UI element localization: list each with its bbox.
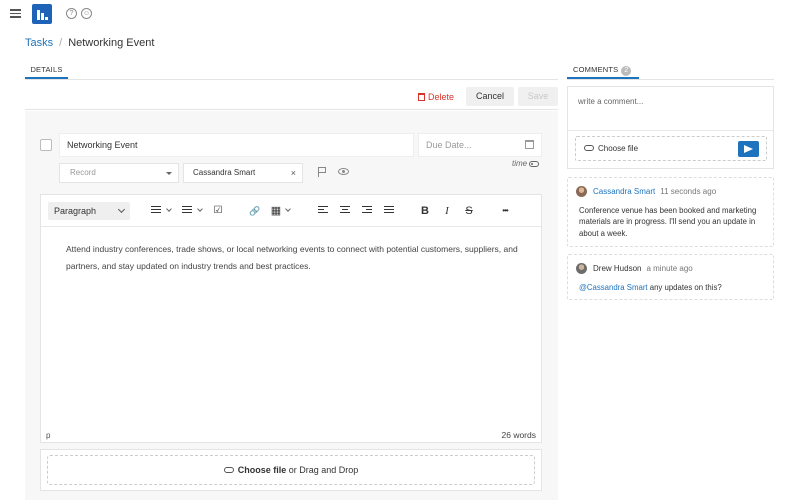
- delete-label: Delete: [428, 92, 455, 102]
- bullet-list-icon[interactable]: [151, 206, 161, 220]
- tab-details[interactable]: DETAILS: [25, 63, 68, 79]
- send-comment-button[interactable]: [738, 141, 759, 157]
- calendar-icon[interactable]: [525, 140, 534, 149]
- cloud-upload-icon: [584, 145, 594, 151]
- editor-content[interactable]: Attend industry conferences, trade shows…: [66, 241, 521, 275]
- element-path: p: [46, 431, 51, 440]
- record-select[interactable]: Record: [59, 163, 179, 183]
- caret-down-icon: [166, 172, 172, 175]
- comment-composer: write a comment... Choose file: [567, 86, 774, 169]
- italic-button[interactable]: I: [442, 204, 452, 218]
- comment-choose-file-label: Choose file: [598, 144, 639, 153]
- choose-file-label: Choose file: [237, 465, 287, 475]
- attachment-area: Choose file or Drag and Drop: [40, 449, 542, 491]
- app-logo[interactable]: [32, 4, 52, 24]
- breadcrumb-separator: /: [59, 37, 63, 49]
- drag-drop-label: or Drag and Drop: [286, 465, 359, 475]
- comments-tab-label: COMMENTS: [573, 65, 619, 74]
- time-toggle-label: time: [512, 159, 528, 168]
- comment-count-badge: 2: [621, 66, 632, 76]
- rich-text-editor: Paragraph ☑ 🔗 ▦ B I S ••• Attend industr…: [40, 194, 542, 443]
- cancel-button[interactable]: Cancel: [466, 87, 514, 106]
- help-icon[interactable]: ?: [66, 8, 77, 19]
- bold-button[interactable]: B: [420, 204, 430, 218]
- comment-time: 11 seconds ago: [660, 187, 717, 196]
- bullet-list-chevron-icon[interactable]: [166, 206, 172, 212]
- assignee-value: Cassandra Smart: [193, 168, 256, 177]
- block-format-select[interactable]: Paragraph: [48, 202, 130, 220]
- comment-text: Conference venue has been booked and mar…: [579, 206, 757, 238]
- table-icon[interactable]: ▦: [270, 204, 282, 218]
- complete-checkbox[interactable]: [40, 139, 52, 151]
- task-detail-panel: Networking Event Due Date... time Record…: [25, 111, 558, 500]
- composer-divider: [568, 130, 773, 131]
- task-list-icon[interactable]: ☑: [212, 204, 224, 218]
- align-right-icon[interactable]: [362, 206, 372, 220]
- eye-icon[interactable]: [338, 168, 349, 175]
- comment-item: Drew Hudson a minute ago @Cassandra Smart…: [567, 254, 774, 300]
- file-dropzone[interactable]: Choose file or Drag and Drop: [47, 455, 535, 485]
- trash-icon: [418, 93, 425, 101]
- tab-divider: [25, 79, 558, 80]
- tab-comments[interactable]: COMMENTS 2: [567, 63, 639, 79]
- hamburger-icon[interactable]: [10, 9, 21, 18]
- comment-item: Cassandra Smart 11 seconds ago Conference…: [567, 177, 774, 247]
- link-icon[interactable]: 🔗: [248, 204, 262, 218]
- comment-time: a minute ago: [646, 264, 693, 273]
- top-bar: ? ☺: [0, 0, 786, 28]
- delete-button[interactable]: Delete: [418, 89, 454, 106]
- clear-assignee-icon[interactable]: ×: [291, 164, 296, 182]
- toggle-icon[interactable]: [529, 161, 540, 167]
- strikethrough-button[interactable]: S: [464, 204, 474, 218]
- due-date-placeholder: Due Date...: [426, 140, 472, 150]
- word-count: 26 words: [501, 430, 537, 440]
- flag-icon[interactable]: [318, 167, 326, 177]
- more-options-icon[interactable]: •••: [497, 204, 513, 218]
- save-button[interactable]: Save: [518, 87, 558, 106]
- actions-bar: Delete Cancel Save: [25, 86, 558, 110]
- editor-toolbar: Paragraph ☑ 🔗 ▦ B I S •••: [41, 195, 541, 227]
- record-placeholder: Record: [70, 168, 96, 177]
- avatar: [576, 263, 587, 274]
- table-chevron-icon[interactable]: [285, 206, 291, 212]
- avatar: [576, 186, 587, 197]
- mention-link[interactable]: @Cassandra Smart: [579, 283, 648, 292]
- task-title-input[interactable]: Networking Event: [59, 133, 414, 157]
- comment-author-name: Drew Hudson: [593, 264, 642, 273]
- cloud-upload-icon: [223, 467, 234, 473]
- comment-author[interactable]: Cassandra Smart 11 seconds ago: [593, 187, 716, 196]
- time-toggle[interactable]: time: [512, 159, 540, 168]
- smile-icon[interactable]: ☺: [81, 8, 92, 19]
- comment-author: Drew Hudson a minute ago: [593, 264, 693, 273]
- comment-text: @Cassandra Smart any updates on this?: [579, 282, 767, 293]
- breadcrumb: Tasks / Networking Event: [25, 37, 154, 49]
- numbered-list-chevron-icon[interactable]: [197, 206, 203, 212]
- comment-author-name[interactable]: Cassandra Smart: [593, 187, 655, 196]
- comment-body: any updates on this?: [647, 283, 722, 292]
- comment-input[interactable]: write a comment...: [578, 97, 643, 106]
- align-justify-icon[interactable]: [384, 206, 394, 220]
- align-left-icon[interactable]: [318, 206, 328, 220]
- assignee-select[interactable]: Cassandra Smart ×: [183, 163, 303, 183]
- breadcrumb-current: Networking Event: [68, 37, 155, 49]
- chevron-down-icon: [117, 205, 126, 214]
- breadcrumb-tasks-link[interactable]: Tasks: [25, 37, 53, 49]
- comments-tab-divider: [567, 79, 774, 80]
- align-center-icon[interactable]: [340, 206, 350, 220]
- block-format-value: Paragraph: [54, 206, 97, 216]
- due-date-input[interactable]: Due Date...: [418, 133, 542, 157]
- numbered-list-icon[interactable]: [182, 206, 192, 220]
